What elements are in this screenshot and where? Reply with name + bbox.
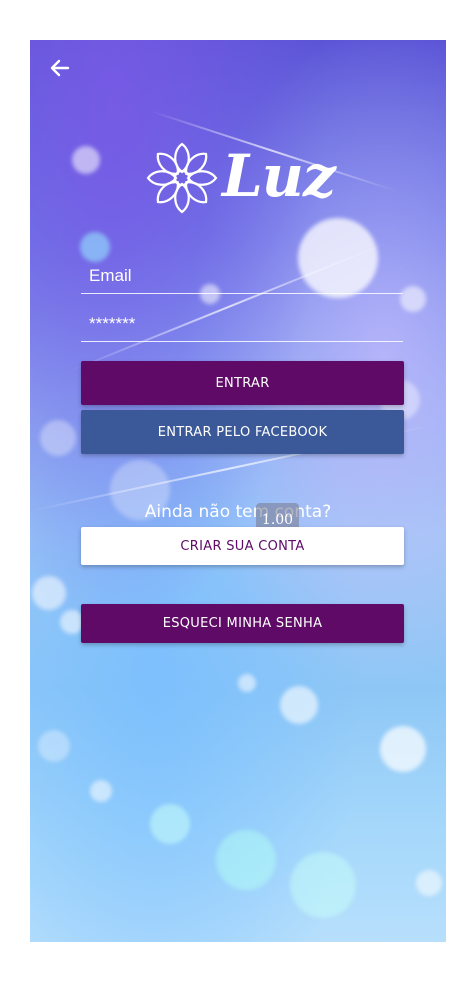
login-screen: Luz ENTRAR ENTRAR PELO FACEBOOK Ainda nã… (30, 40, 446, 942)
email-field-container (81, 258, 403, 294)
create-account-button[interactable]: CRIAR SUA CONTA (81, 527, 404, 565)
password-field[interactable] (81, 306, 403, 341)
enter-button[interactable]: ENTRAR (81, 361, 404, 405)
email-field[interactable] (81, 258, 403, 293)
forgot-password-button[interactable]: ESQUECI MINHA SENHA (81, 604, 404, 643)
facebook-login-button[interactable]: ENTRAR PELO FACEBOOK (81, 410, 404, 454)
password-field-container (81, 306, 403, 342)
no-account-text: Ainda não tem conta? (144, 502, 332, 522)
app-logo-text: Luz (222, 142, 336, 210)
arrow-left-icon[interactable] (48, 56, 72, 80)
